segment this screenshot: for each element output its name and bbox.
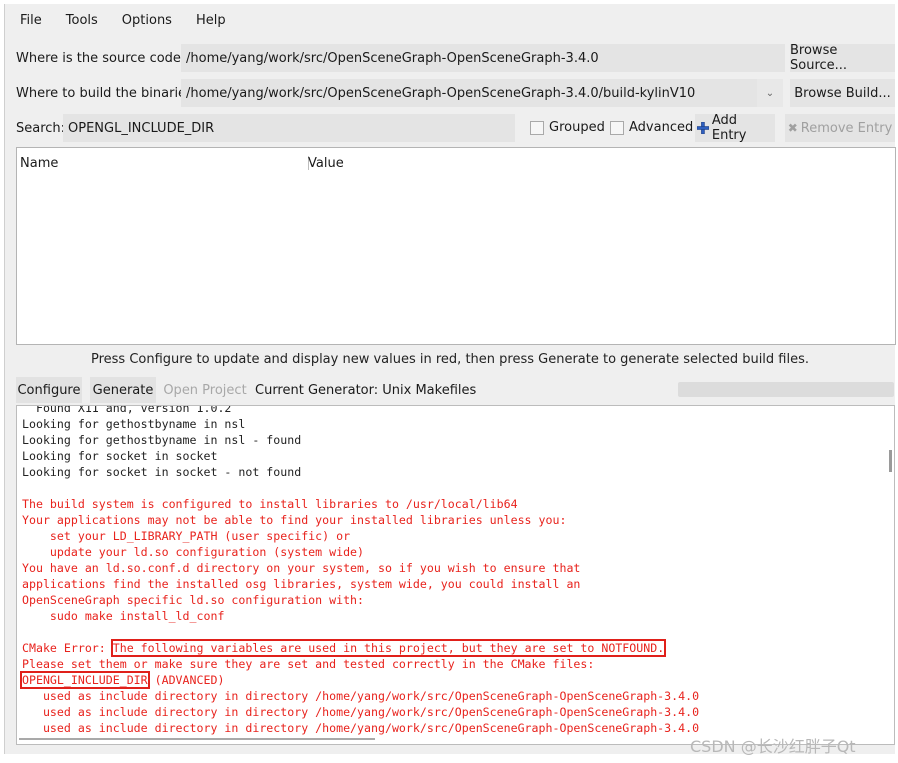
grouped-checkbox[interactable]: Grouped [530, 120, 605, 135]
menu-help[interactable]: Help [187, 13, 235, 28]
log-line: used as include directory in directory /… [22, 721, 700, 735]
log-line-variable: OPENGL_INCLUDE_DIR (ADVANCED) [20, 671, 699, 689]
log-line: Please set them or make sure they are se… [22, 657, 595, 671]
search-input-value: OPENGL_INCLUDE_DIR [68, 120, 215, 136]
advanced-label: Advanced [629, 120, 694, 135]
cmake-gui-window: File Tools Options Help Where is the sou… [4, 4, 896, 754]
column-header-name[interactable]: Name [20, 156, 58, 171]
log-line: set your LD_LIBRARY_PATH (user specific)… [22, 529, 351, 543]
search-label: Search: [16, 121, 66, 136]
variable-suffix: (ADVANCED) [147, 673, 225, 687]
search-input[interactable]: OPENGL_INCLUDE_DIR [63, 114, 515, 142]
add-entry-button[interactable]: Add Entry [695, 113, 775, 143]
log-line: Found X11 and, version 1.0.2 [22, 405, 232, 415]
log-line: used as include directory in directory /… [22, 689, 700, 703]
log-line: used as include directory in directory /… [22, 705, 700, 719]
build-label: Where to build the binaries: [16, 86, 198, 101]
current-generator: Current Generator: Unix Makefiles [255, 377, 476, 403]
plus-icon [697, 122, 709, 134]
configure-label: Configure [17, 382, 81, 398]
source-path-value: /home/yang/work/src/OpenSceneGraph-OpenS… [186, 50, 599, 66]
browse-build-label: Browse Build... [794, 85, 891, 101]
hint-text: Press Configure to update and display ne… [90, 352, 810, 367]
source-label: Where is the source code: [16, 51, 186, 66]
chevron-down-icon[interactable]: ⌄ [757, 79, 783, 107]
generate-label: Generate [92, 382, 154, 398]
log-line: applications find the installed osg libr… [22, 577, 581, 591]
remove-entry-label: Remove Entry [800, 120, 893, 136]
current-generator-label: Current Generator: Unix Makefiles [255, 382, 477, 398]
log-line: The build system is configured to instal… [22, 497, 518, 511]
log-line: Your applications may not be able to fin… [22, 513, 567, 527]
browse-source-button[interactable]: Browse Source... [790, 43, 895, 73]
build-path-combo[interactable]: /home/yang/work/src/OpenSceneGraph-OpenS… [181, 79, 783, 107]
cmake-error-prefix: CMake Error: [22, 641, 113, 655]
log-line-cmake-error: CMake Error: The following variables are… [22, 639, 699, 657]
log-line: sudo make install_ld_conf [22, 609, 225, 623]
watermark-text: CSDN @长沙红胖子Qt [690, 737, 856, 756]
output-log-lines: Found X11 and, version 1.0.2 Looking for… [20, 405, 700, 736]
remove-icon: ✖ [787, 121, 798, 135]
generate-button[interactable]: Generate [90, 377, 156, 403]
progress-bar [678, 382, 894, 397]
browse-source-label: Browse Source... [790, 43, 848, 73]
log-vertical-scrollbar[interactable] [889, 450, 892, 472]
advanced-checkbox[interactable]: Advanced [610, 120, 693, 135]
log-line: You have an ld.so.conf.d directory on yo… [22, 561, 581, 575]
highlighted-error-message: The following variables are used in this… [110, 639, 667, 657]
log-line: Looking for socket in socket [22, 449, 218, 463]
highlighted-variable-name: OPENGL_INCLUDE_DIR [20, 671, 150, 689]
configure-button[interactable]: Configure [16, 377, 82, 403]
grouped-label: Grouped [549, 120, 605, 135]
open-project-button[interactable]: Open Project [162, 377, 248, 403]
column-header-value[interactable]: Value [308, 156, 344, 171]
source-path-field[interactable]: /home/yang/work/src/OpenSceneGraph-OpenS… [181, 44, 785, 72]
log-line: Looking for socket in socket - not found [22, 465, 302, 479]
menu-file[interactable]: File [11, 13, 51, 28]
log-line: update your ld.so configuration (system … [22, 545, 365, 559]
open-project-label: Open Project [163, 382, 247, 398]
output-log[interactable]: Found X11 and, version 1.0.2 Looking for… [16, 405, 895, 745]
browse-build-button[interactable]: Browse Build... [790, 79, 895, 107]
log-line: Looking for gethostbyname in nsl - found [22, 433, 302, 447]
grouped-checkbox-box[interactable] [530, 120, 544, 135]
cache-table[interactable]: Name Value [16, 147, 896, 345]
menu-tools[interactable]: Tools [57, 13, 107, 28]
log-line: OpenSceneGraph specific ld.so configurat… [22, 593, 365, 607]
build-path-value: /home/yang/work/src/OpenSceneGraph-OpenS… [186, 85, 696, 101]
add-entry-label: Add Entry [711, 113, 747, 143]
advanced-checkbox-box[interactable] [610, 120, 624, 135]
menu-options[interactable]: Options [113, 13, 181, 28]
menu-bar: File Tools Options Help [5, 4, 895, 36]
remove-entry-button[interactable]: ✖ Remove Entry [785, 114, 895, 142]
log-line: Looking for gethostbyname in nsl [22, 417, 246, 431]
log-horizontal-scrollbar[interactable] [19, 738, 375, 740]
